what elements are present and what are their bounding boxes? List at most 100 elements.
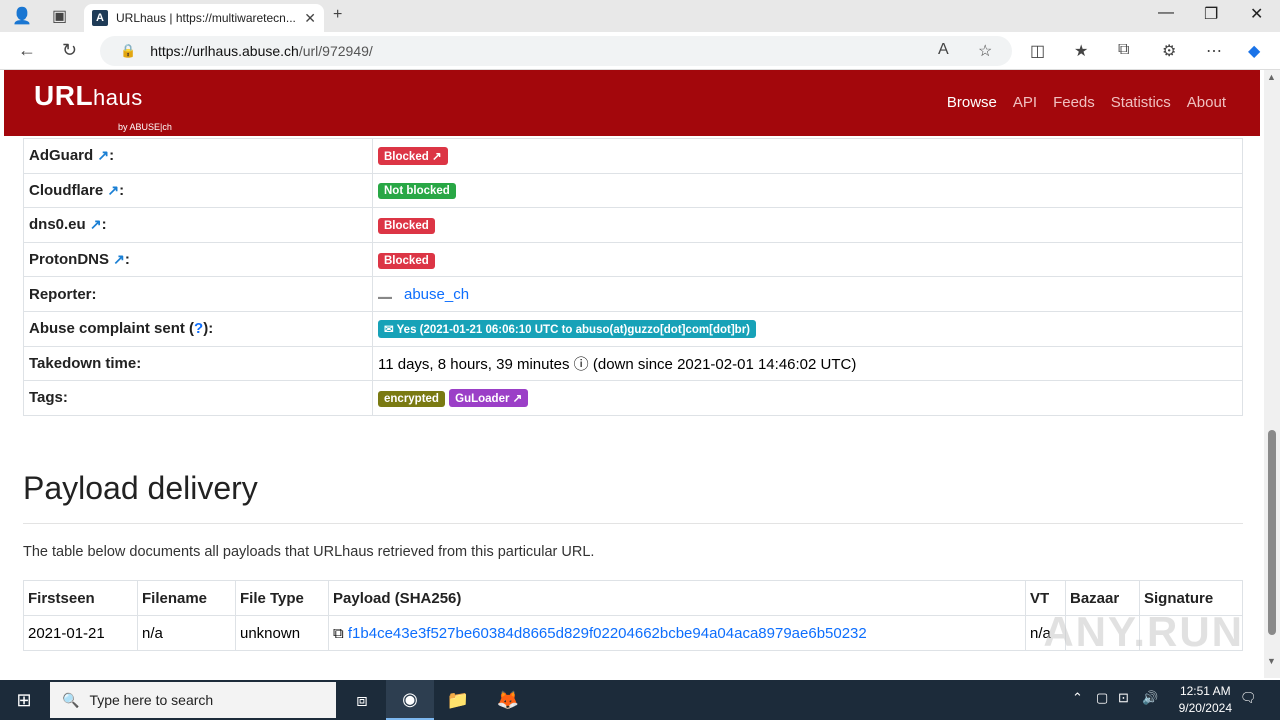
url-info-table: AdGuard ↗: Blocked ↗ Cloudflare ↗: Not b… (23, 138, 1243, 416)
windows-start-icon[interactable]: ⊞ (0, 680, 48, 720)
scroll-down-icon[interactable]: ▼ (1267, 656, 1276, 666)
tab-title: URLhaus | https://multiwaretecn... (116, 11, 296, 25)
network-icon[interactable]: ⊡ (1118, 690, 1129, 706)
menu-about[interactable]: About (1187, 94, 1226, 111)
column-header: Filename (137, 580, 236, 616)
takedown-duration: 11 days, 8 hours, 39 minutes (378, 355, 570, 373)
page-scrollbar[interactable]: ▲ ▼ (1264, 70, 1280, 678)
scroll-up-icon[interactable]: ▲ (1267, 72, 1276, 82)
split-screen-icon[interactable]: ◫ (1030, 41, 1045, 61)
restore-icon[interactable]: ❐ (1204, 4, 1218, 24)
table-row: Abuse complaint sent (?): ✉ Yes (2021-01… (23, 310, 1243, 347)
notifications-icon[interactable]: 🗨 (1240, 690, 1257, 706)
row-label: dns0.eu (29, 216, 86, 234)
row-label: Cloudflare (29, 181, 104, 199)
refresh-icon[interactable]: ↻ (62, 40, 77, 61)
taskbar-clock[interactable]: 12:51 AM 9/20/2024 (1179, 683, 1232, 717)
cell-filename: n/a (137, 615, 236, 651)
menu-api[interactable]: API (1013, 94, 1037, 111)
firefox-icon[interactable]: 🦊 (484, 680, 532, 720)
reporter-link[interactable]: abuse_ch (404, 286, 469, 303)
cell-filetype: unknown (235, 615, 329, 651)
lock-icon: 🔒 (120, 43, 137, 58)
info-icon[interactable]: ⓘ (574, 356, 589, 373)
row-label: Takedown time: (23, 345, 373, 382)
new-tab-icon[interactable]: + (333, 6, 342, 24)
row-label: Abuse complaint sent (29, 320, 185, 338)
edge-icon[interactable]: ◉ (386, 680, 434, 720)
read-aloud-icon[interactable]: A (938, 41, 949, 59)
task-view-icon[interactable]: ⧈ (338, 680, 386, 720)
row-label: ProtonDNS (29, 251, 109, 269)
status-badge: Not blocked (378, 183, 456, 200)
table-row: Cloudflare ↗: Not blocked (23, 172, 1243, 209)
external-link-icon[interactable]: ↗ (107, 182, 119, 198)
takedown-since: (down since 2021-02-01 14:46:02 UTC) (592, 355, 857, 373)
mail-icon: ✉ (384, 323, 394, 336)
payload-hash-link[interactable]: f1b4ce43e3f527be60384d8665d829f02204662b… (348, 625, 867, 642)
search-icon: 🔍 (62, 691, 80, 708)
url-field[interactable]: 🔒 https://urlhaus.abuse.ch /url/972949/ (100, 36, 1012, 66)
reporter-avatar-icon: ▬▬ (378, 293, 392, 301)
url-path: /url/972949/ (298, 43, 373, 59)
urlhaus-logo[interactable]: URLhaus by ABUSE|ch (34, 80, 172, 132)
clock-time: 12:51 AM (1179, 684, 1231, 698)
external-link-icon[interactable]: ↗ (113, 251, 125, 267)
status-badge: Blocked (378, 217, 435, 234)
volume-icon[interactable]: 🔊 (1142, 690, 1158, 706)
table-row: dns0.eu ↗: Blocked (23, 207, 1243, 243)
clock-date: 9/20/2024 (1178, 701, 1232, 715)
more-menu-icon[interactable]: ⋯ (1206, 41, 1222, 61)
external-link-icon[interactable]: ↗ (97, 147, 109, 163)
row-label: Tags: (23, 380, 373, 416)
page-viewport: URLhaus by ABUSE|ch Browse API Feeds Sta… (0, 70, 1264, 678)
windows-taskbar: ⊞ 🔍 Type here to search ⧈ ◉ 📁 🦊 ⌃ ▢ ⊡ 🔊 … (0, 680, 1280, 720)
copy-icon[interactable]: ⧉ (333, 625, 344, 642)
extensions-icon[interactable]: ⚙ (1162, 41, 1176, 61)
cell-firstseen: 2021-01-21 (23, 615, 138, 651)
table-row: Takedown time: 11 days, 8 hours, 39 minu… (23, 345, 1243, 382)
favorite-star-icon[interactable]: ☆ (978, 41, 992, 61)
scroll-thumb[interactable] (1268, 430, 1276, 635)
menu-statistics[interactable]: Statistics (1111, 94, 1171, 111)
copilot-icon[interactable]: ◆ (1248, 41, 1260, 61)
tray-device-icon[interactable]: ▢ (1096, 690, 1108, 706)
tag-encrypted[interactable]: encrypted (378, 390, 445, 407)
back-icon[interactable]: ← (18, 40, 36, 61)
column-header: Payload (SHA256) (328, 580, 1026, 616)
collections-icon[interactable]: ⧉ (1118, 41, 1129, 59)
main-menu: Browse API Feeds Statistics About (947, 94, 1226, 111)
external-link-icon[interactable]: ↗ (90, 216, 102, 232)
table-row: AdGuard ↗: Blocked ↗ (23, 138, 1243, 174)
favorites-icon[interactable]: ★ (1074, 41, 1088, 61)
close-tab-icon[interactable]: ✕ (304, 10, 316, 27)
minimize-icon[interactable]: — (1158, 4, 1174, 22)
search-placeholder: Type here to search (89, 692, 214, 708)
help-link[interactable]: ? (194, 320, 203, 337)
logo-byline: by ABUSE|ch (118, 122, 172, 132)
file-explorer-icon[interactable]: 📁 (434, 680, 482, 720)
tag-guloader[interactable]: GuLoader ↗ (449, 388, 529, 407)
site-header: URLhaus by ABUSE|ch Browse API Feeds Sta… (4, 70, 1260, 136)
row-label: AdGuard (29, 147, 94, 165)
tab-actions-icon[interactable]: ▣ (52, 6, 67, 26)
close-window-icon[interactable]: ✕ (1250, 4, 1263, 24)
menu-feeds[interactable]: Feeds (1053, 94, 1095, 111)
column-header: File Type (235, 580, 329, 616)
browser-tab[interactable]: A URLhaus | https://multiwaretecn... ✕ (84, 4, 324, 32)
row-label: Reporter: (23, 276, 373, 312)
column-header: Firstseen (23, 580, 138, 616)
complaint-badge: ✉ Yes (2021-01-21 06:06:10 UTC to abuso(… (378, 319, 756, 338)
profile-icon[interactable]: 👤 (12, 6, 32, 26)
status-badge[interactable]: Blocked ↗ (378, 146, 448, 165)
section-description: The table below documents all payloads t… (23, 544, 595, 560)
table-row: ProtonDNS ↗: Blocked (23, 241, 1243, 278)
anyrun-watermark: ANY.RUN (1043, 608, 1244, 655)
address-bar-row: ← ↻ 🔒 https://urlhaus.abuse.ch /url/9729… (0, 32, 1280, 70)
taskbar-search[interactable]: 🔍 Type here to search (50, 682, 336, 718)
favicon-icon: A (92, 10, 108, 26)
section-heading: Payload delivery (23, 470, 258, 506)
url-host: https://urlhaus.abuse.ch (150, 43, 299, 59)
menu-browse[interactable]: Browse (947, 94, 997, 111)
tray-chevron-icon[interactable]: ⌃ (1072, 690, 1083, 706)
